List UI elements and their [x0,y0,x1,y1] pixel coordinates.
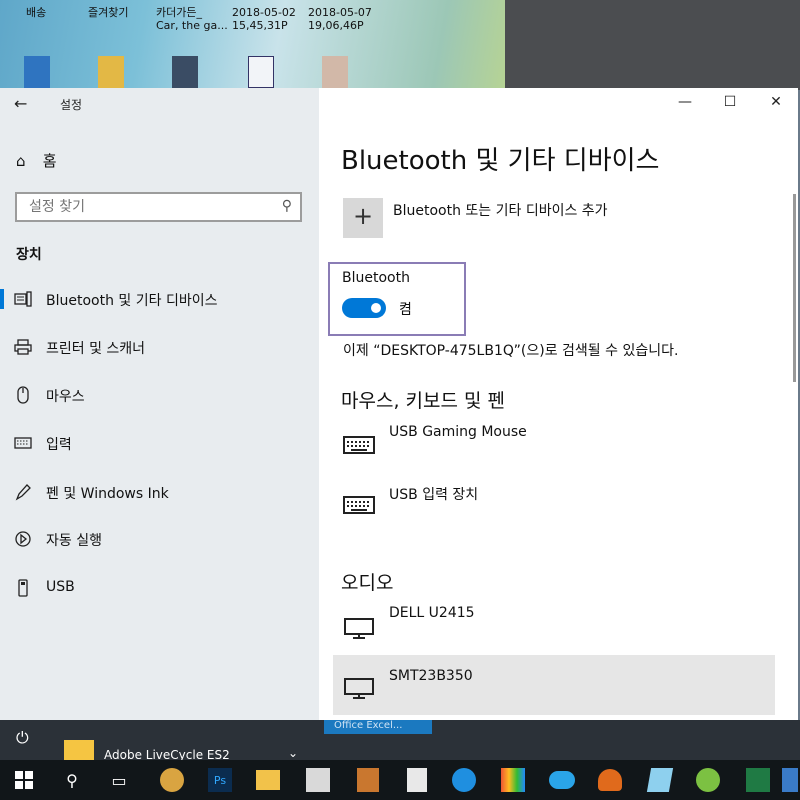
window-title: 설정 [60,98,83,112]
photo-icon[interactable] [322,56,348,88]
usb-icon [18,579,28,597]
settings-window: ← 설정 ⌂ 홈 ⚲ 장치 Bluetooth 및 기타 디바이스 [0,88,798,720]
cloud-icon[interactable] [546,764,578,796]
bluetooth-devices-icon [14,291,32,307]
sidebar-item-label: 입력 [46,437,72,453]
bluetooth-toggle[interactable] [342,298,386,318]
group-heading-audio: 오디오 [341,572,394,594]
monitor-icon [344,678,374,699]
scrollbar[interactable] [793,194,796,382]
back-arrow-icon[interactable]: ← [14,94,27,113]
monitor-icon [344,618,374,639]
device-item[interactable]: USB 입력 장치 [333,484,775,544]
keyboard-icon [343,436,375,454]
chevron-down-icon[interactable]: ⌄ [288,746,298,760]
device-name: USB Gaming Mouse [389,424,527,440]
device-item[interactable]: USB Gaming Mouse [333,424,775,484]
settings-sidebar: ← 설정 ⌂ 홈 ⚲ 장치 Bluetooth 및 기타 디바이스 [0,88,319,720]
task-view-icon[interactable]: ▭ [103,764,135,796]
active-indicator [0,289,4,309]
start-menu-fragment: ⏻ Adobe LiveCycle ES2 ⌄ Office Excel... [0,720,800,764]
desktop-file-icon[interactable] [24,56,50,88]
search-icon[interactable]: ⚲ [282,198,292,214]
sidebar-item-label: USB [46,579,75,595]
desktop-icon-label[interactable]: 2018-05-02 15,45,31P [232,6,296,32]
search-input[interactable] [27,198,267,216]
app-mushroom-icon[interactable] [594,764,626,796]
maximize-button[interactable]: ☐ [720,94,740,110]
desktop-background: 배송 즐겨찾기 카더가든_ Car, the ga... 2018-05-02 … [0,0,800,90]
page-title: Bluetooth 및 기타 디바이스 [341,146,660,176]
add-device-button[interactable]: + [343,198,383,238]
app-chart-icon[interactable] [497,764,529,796]
section-heading: 장치 [16,247,42,263]
home-label: 홈 [42,152,57,170]
sidebar-item-autoplay[interactable]: 자동 실행 [0,521,319,557]
photoshop-icon[interactable]: Ps [204,764,236,796]
device-name: USB 입력 장치 [389,487,479,503]
bluetooth-state: 켬 [399,302,412,318]
office-hint: Office Excel... [324,720,432,734]
file-explorer-icon[interactable] [252,764,284,796]
app-blue-icon[interactable] [644,764,676,796]
mouse-icon [17,386,29,404]
power-icon[interactable]: ⏻ [16,728,29,748]
pen-icon [15,484,31,501]
sidebar-item-label: Bluetooth 및 기타 디바이스 [46,293,218,309]
search-icon[interactable]: ⚲ [56,764,88,796]
device-item-selected[interactable]: SMT23B350 [333,655,775,715]
folder-icon[interactable] [98,56,124,88]
autoplay-icon [15,531,31,547]
sidebar-item-label: 프린터 및 스캐너 [46,341,146,357]
desktop-icon-label[interactable]: 배송 [26,6,46,19]
plus-icon: + [352,202,374,230]
document-icon[interactable] [248,56,274,88]
start-icon[interactable] [8,764,40,796]
app-s-icon[interactable] [352,764,384,796]
desktop-dark-area [505,0,800,90]
close-button[interactable]: ✕ [766,94,786,110]
toggle-knob [371,303,381,313]
sidebar-item-mouse[interactable]: 마우스 [0,377,319,413]
device-name: DELL U2415 [389,605,475,621]
device-name: SMT23B350 [389,668,473,684]
sidebar-item-usb[interactable]: USB [0,570,319,606]
taskbar: ⚲ ▭ Ps [0,760,800,800]
sidebar-item-typing[interactable]: 입력 [0,425,319,461]
desktop-icon-label[interactable]: 2018-05-07 19,06,46P [308,6,372,32]
app-green-icon[interactable] [692,764,724,796]
home-nav-item[interactable]: ⌂ 홈 [16,150,57,171]
printer-icon [14,339,32,355]
bluetooth-label: Bluetooth [342,270,410,286]
keyboard-icon [343,496,375,514]
keyboard-icon [14,437,32,449]
sidebar-item-label: 자동 실행 [46,533,102,549]
sidebar-item-label: 마우스 [46,389,85,405]
photoshop-label: Ps [208,768,232,792]
settings-content: — ☐ ✕ Bluetooth 및 기타 디바이스 + Bluetooth 또는… [319,88,798,720]
edge-icon[interactable] [448,764,480,796]
add-device-label[interactable]: Bluetooth 또는 기타 디바이스 추가 [393,200,608,220]
app-edge-icon[interactable] [780,764,800,796]
home-icon: ⌂ [16,152,26,170]
group-heading-input-devices: 마우스, 키보드 및 펜 [341,390,505,412]
sidebar-item-bluetooth[interactable]: Bluetooth 및 기타 디바이스 [0,281,319,317]
app-pe-icon[interactable] [302,764,334,796]
sidebar-item-label: 펜 및 Windows Ink [46,486,169,502]
image-file-icon[interactable] [172,56,198,88]
minimize-button[interactable]: — [675,94,695,110]
settings-search-box[interactable]: ⚲ [15,192,302,222]
desktop-icon-label[interactable]: 카더가든_ Car, the ga... [156,6,228,32]
sidebar-item-pen[interactable]: 펜 및 Windows Ink [0,474,319,510]
discoverable-text: 이제 “DESKTOP-475LB1Q”(으)로 검색될 수 있습니다. [343,343,679,359]
app-owl-icon[interactable] [156,764,188,796]
desktop-icon-label[interactable]: 즐겨찾기 [88,6,128,19]
excel-icon[interactable] [742,764,774,796]
sidebar-item-printers[interactable]: 프린터 및 스캐너 [0,329,319,365]
calculator-icon[interactable] [401,764,433,796]
